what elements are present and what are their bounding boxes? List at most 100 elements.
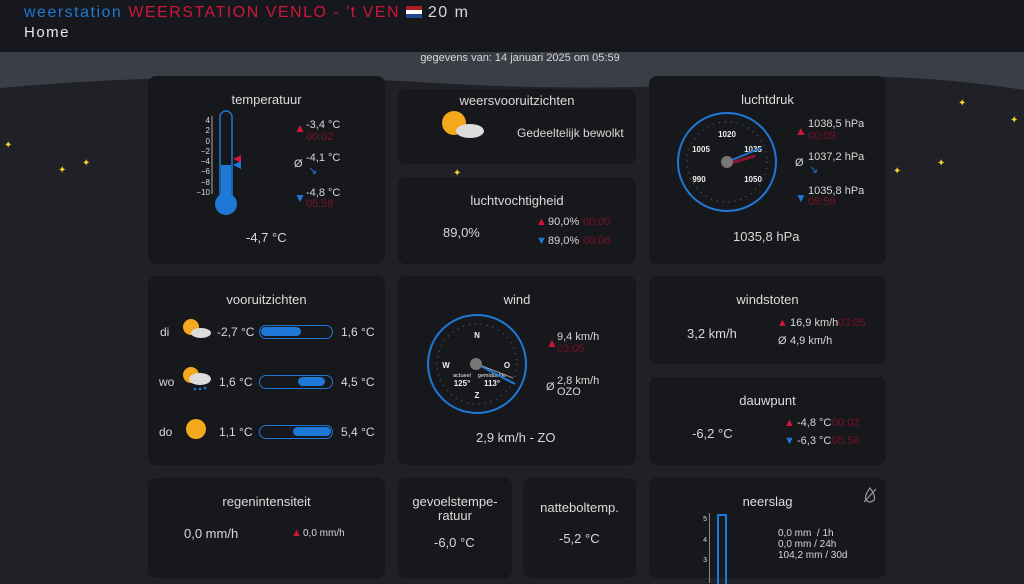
avg-symbol: Ø <box>778 335 787 347</box>
barometer-dial: 1020 1005 1035 990 1050 <box>677 112 777 212</box>
svg-text:113°: 113° <box>484 379 500 388</box>
svg-text:1005: 1005 <box>692 145 710 154</box>
pressure-current: 1035,8 hPa <box>733 229 800 244</box>
rain-rate-max: 0,0 mm/h <box>303 528 345 539</box>
star-icon: ✦ <box>937 158 946 169</box>
humidity-current: 89,0% <box>443 225 480 240</box>
gusts-max-time: 03:05 <box>838 317 866 329</box>
wind-avg-dir: OZO <box>557 386 581 398</box>
site-name[interactable]: weerstation <box>24 4 122 21</box>
header: weerstation WEERSTATION VENLO - 't VEN 2… <box>0 0 1024 52</box>
partly-cloudy-icon <box>183 319 211 338</box>
precip-scale: 543 <box>703 516 707 564</box>
temp-range-bar <box>259 425 333 439</box>
trend-down-arrow-icon: ↘ <box>308 165 318 177</box>
rain-rate-current: 0,0 mm/h <box>184 526 239 541</box>
card-title: luchtdruk <box>741 92 794 107</box>
wetbulb-current: -5,2 °C <box>559 531 600 546</box>
netherlands-flag-icon <box>405 6 422 18</box>
humidity-min-time: 00:06 <box>583 235 611 247</box>
wind-current: 2,9 km/h - ZO <box>476 430 556 445</box>
sun-icon <box>186 419 206 439</box>
thermometer <box>211 110 241 215</box>
card-title: regenintensiteit <box>222 494 311 509</box>
humidity-min: 89,0% <box>548 235 580 247</box>
dewpoint-current: -6,2 °C <box>692 426 733 441</box>
gusts-card[interactable]: windstoten 3,2 km/h ▲ 16,9 km/h 03:05 Ø 4,9… <box>649 276 886 364</box>
humidity-max: 90,0% <box>548 216 580 228</box>
card-title: luchtvochtigheid <box>470 193 564 208</box>
outlook-card[interactable]: vooruitzichten di -2,7 °C 1,6 °C wo 1,6 … <box>148 276 385 465</box>
wetbulb-card[interactable]: natteboltemp. -5,2 °C <box>523 478 636 578</box>
dewpoint-max-time: 00:02 <box>832 417 860 429</box>
star-icon: ✦ <box>82 158 91 169</box>
temp-current: -4,7 °C <box>246 230 287 245</box>
pressure-max-time: 00:09 <box>808 130 836 142</box>
dewpoint-min-time: 05:58 <box>832 435 860 447</box>
card-title: vooruitzichten <box>226 292 307 307</box>
temp-avg: -4,1 °C <box>306 152 341 164</box>
avg-symbol: Ø <box>294 158 303 170</box>
star-icon: ✦ <box>58 165 67 176</box>
svg-text:1050: 1050 <box>744 175 762 184</box>
humidity-max-time: 00:00 <box>583 216 611 228</box>
cloud-rain-icon <box>183 367 211 391</box>
card-title: windstoten <box>736 292 799 307</box>
card-title: temperatuur <box>231 92 302 107</box>
star-icon: ✦ <box>958 98 967 109</box>
precip-bar <box>717 514 727 584</box>
feels-like-card[interactable]: gevoelstempe-ratuur -6,0 °C <box>398 478 512 578</box>
svg-text:1020: 1020 <box>718 130 736 139</box>
card-title: natteboltemp. <box>540 500 619 515</box>
svg-text:990: 990 <box>692 175 706 184</box>
temp-max-time: 00:02 <box>306 131 334 143</box>
pressure-min-time: 05:59 <box>808 196 836 208</box>
pressure-avg: 1037,2 hPa <box>808 151 865 163</box>
pressure-card[interactable]: luchtdruk 1020 1005 1035 990 1050 ▲ 1038… <box>649 76 886 264</box>
dewpoint-max: -4,8 °C <box>797 417 832 429</box>
altitude: 20 m <box>427 4 470 21</box>
wind-max: 9,4 km/h <box>557 331 600 343</box>
card-title: wind <box>503 292 531 307</box>
updated-timestamp: gegevens van: 14 januari 2025 om 05:59 <box>420 52 620 64</box>
temp-range-bar <box>259 325 333 339</box>
dewpoint-card[interactable]: dauwpunt -6,2 °C ▲ -4,8 °C 00:02 ▼ -6,3 °C 0… <box>649 377 886 465</box>
forecast-text: Gedeeltelijk bewolkt <box>517 126 624 140</box>
gusts-current: 3,2 km/h <box>687 326 737 341</box>
star-icon: ✦ <box>4 140 13 151</box>
wind-card[interactable]: wind N O Z W actueel 125° gemiddelde 113… <box>398 276 636 465</box>
dewpoint-min: -6,3 °C <box>797 435 832 447</box>
avg-symbol: Ø <box>795 157 804 169</box>
wind-compass: N O Z W actueel 125° gemiddelde 113° <box>427 314 527 414</box>
temperature-card[interactable]: temperatuur 4 2 0 −2 −4 −6 −8 −10 ▲ -3,4 °C 00:… <box>148 76 385 264</box>
forecast-card[interactable]: weersvooruitzichten Gedeeltelijk bewolkt <box>398 89 636 164</box>
gusts-max: 16,9 km/h <box>790 317 839 329</box>
svg-text:Z: Z <box>475 391 480 400</box>
gusts-avg: 4,9 km/h <box>790 335 833 347</box>
no-rain-drop-icon[interactable] <box>862 486 878 504</box>
rain-rate-card[interactable]: regenintensiteit 0,0 mm/h ▲ 0,0 mm/h <box>148 478 385 578</box>
card-title: neerslag <box>742 494 793 509</box>
precipitation-card[interactable]: neerslag 543 0,0 mm / 1h 0,0 mm / 24h 104,… <box>649 478 886 584</box>
card-title: dauwpunt <box>739 393 796 408</box>
card-title: weersvooruitzichten <box>459 93 575 108</box>
temp-range-bar <box>259 375 333 389</box>
avg-symbol: Ø <box>546 381 555 393</box>
pressure-max: 1038,5 hPa <box>808 118 865 130</box>
svg-text:N: N <box>474 331 480 340</box>
precip-totals: 0,0 mm / 1h 0,0 mm / 24h 104,2 mm / 30d <box>778 528 848 561</box>
svg-text:W: W <box>442 361 450 370</box>
temp-max: -3,4 °C <box>306 119 341 131</box>
svg-text:125°: 125° <box>454 379 471 388</box>
svg-text:O: O <box>504 361 510 370</box>
partly-cloudy-icon <box>442 111 484 138</box>
card-title: gevoelstempe-ratuur <box>412 494 498 523</box>
feels-like-current: -6,0 °C <box>434 535 475 550</box>
star-icon: ✦ <box>1010 115 1019 126</box>
station-name: WEERSTATION VENLO - 't VEN <box>128 4 400 21</box>
nav-home[interactable]: Home <box>24 24 1000 42</box>
humidity-card[interactable]: luchtvochtigheid 89,0% ▲ 90,0% 00:00 ▼ 89,0… <box>398 177 636 264</box>
wind-max-time: 03:05 <box>557 343 585 355</box>
trend-down-arrow-icon: ↘ <box>809 164 819 176</box>
star-icon: ✦ <box>893 166 902 177</box>
